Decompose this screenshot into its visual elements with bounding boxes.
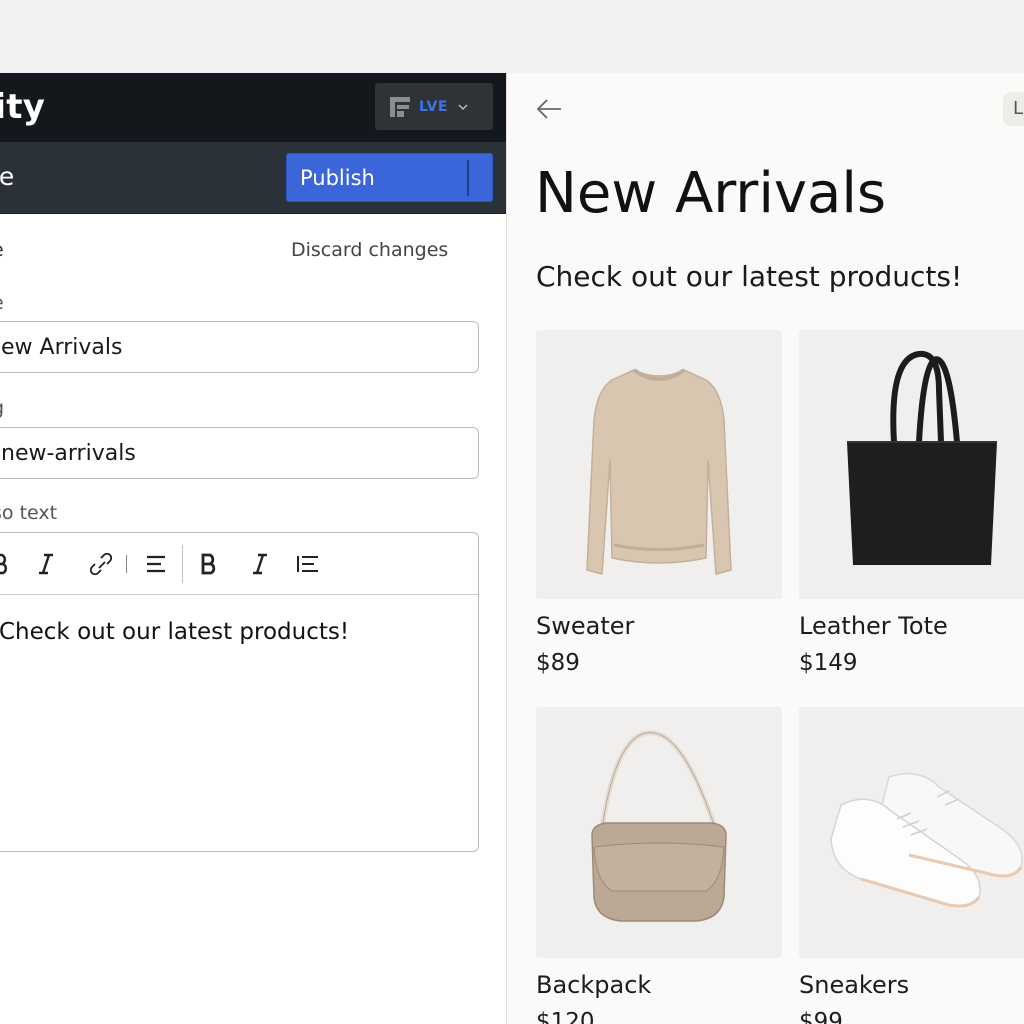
back-arrow-icon[interactable] bbox=[535, 95, 563, 123]
product-name: Backpack bbox=[536, 971, 652, 999]
promo-text-editor[interactable]: Check out our latest products! bbox=[0, 532, 479, 852]
preview-subtitle: Check out our latest products! bbox=[536, 260, 963, 293]
product-price: $120 bbox=[536, 1009, 595, 1024]
product-price: $149 bbox=[799, 650, 858, 676]
chevron-down-icon bbox=[458, 103, 468, 110]
shoulder-bag-icon bbox=[591, 730, 727, 922]
product-price: $89 bbox=[536, 650, 580, 676]
document-title: ge bbox=[0, 162, 15, 191]
toolbar-divider bbox=[126, 555, 127, 573]
publish-menu-divider[interactable] bbox=[467, 160, 469, 196]
slug-input-value: new-arrivals bbox=[1, 440, 136, 466]
product-name: Leather Tote bbox=[799, 612, 948, 640]
publish-button[interactable]: Publish bbox=[286, 153, 493, 202]
tote-image bbox=[799, 330, 1024, 599]
title-field-label: e bbox=[0, 292, 4, 314]
rich-text-toolbar bbox=[0, 533, 478, 595]
promo-text-field-label: so text bbox=[0, 502, 58, 524]
publish-label: Publish bbox=[300, 165, 375, 190]
live-environment-button[interactable]: LVE bbox=[375, 83, 493, 130]
studio-logo-icon bbox=[390, 96, 410, 117]
tote-bag-icon bbox=[847, 350, 997, 565]
italic-icon[interactable] bbox=[245, 549, 275, 579]
editor-panel: nity LVE ge Publish e Discard changes e bbox=[0, 73, 506, 1024]
product-card-backpack[interactable]: Backpack $120 bbox=[536, 707, 782, 1024]
italic-icon[interactable] bbox=[31, 549, 61, 579]
sweater-icon bbox=[586, 368, 732, 575]
title-input-value: ew Arrivals bbox=[1, 334, 123, 360]
preview-title: New Arrivals bbox=[535, 161, 887, 226]
live-label: LVE bbox=[419, 98, 448, 115]
product-name: Sweater bbox=[536, 612, 635, 640]
sneakers-icon bbox=[830, 772, 1023, 908]
editor-topbar: nity LVE bbox=[0, 73, 506, 142]
app-name: nity bbox=[0, 87, 46, 127]
preview-panel: L New Arrivals Check out our latest prod… bbox=[506, 73, 1024, 1024]
product-price: $99 bbox=[799, 1009, 843, 1024]
title-input[interactable]: ew Arrivals bbox=[0, 321, 479, 373]
toolbar-divider bbox=[182, 545, 183, 583]
product-card-sneakers[interactable]: Sneakers $99 bbox=[799, 707, 1024, 1024]
product-card-leather-tote[interactable]: Leather Tote $149 bbox=[799, 330, 1024, 676]
slug-field-label: g bbox=[0, 397, 4, 419]
document-actionbar: ge Publish bbox=[0, 142, 506, 214]
discard-changes-button[interactable]: Discard changes bbox=[291, 239, 448, 261]
product-card-sweater[interactable]: Sweater $89 bbox=[536, 330, 782, 676]
link-icon[interactable] bbox=[86, 549, 116, 579]
bold-icon[interactable] bbox=[195, 549, 225, 579]
locale-button[interactable]: L bbox=[1003, 92, 1024, 126]
slug-input[interactable]: new-arrivals bbox=[0, 427, 479, 479]
sneakers-image bbox=[799, 707, 1024, 958]
backpack-image bbox=[536, 707, 782, 958]
sweater-image bbox=[536, 330, 782, 599]
promo-text-content[interactable]: Check out our latest products! bbox=[0, 595, 478, 645]
list-icon[interactable] bbox=[293, 549, 323, 579]
bold-icon[interactable] bbox=[0, 549, 17, 579]
status-label: e bbox=[0, 239, 4, 261]
align-left-icon[interactable] bbox=[141, 549, 171, 579]
product-name: Sneakers bbox=[799, 971, 910, 999]
status-row: e Discard changes bbox=[0, 239, 506, 263]
